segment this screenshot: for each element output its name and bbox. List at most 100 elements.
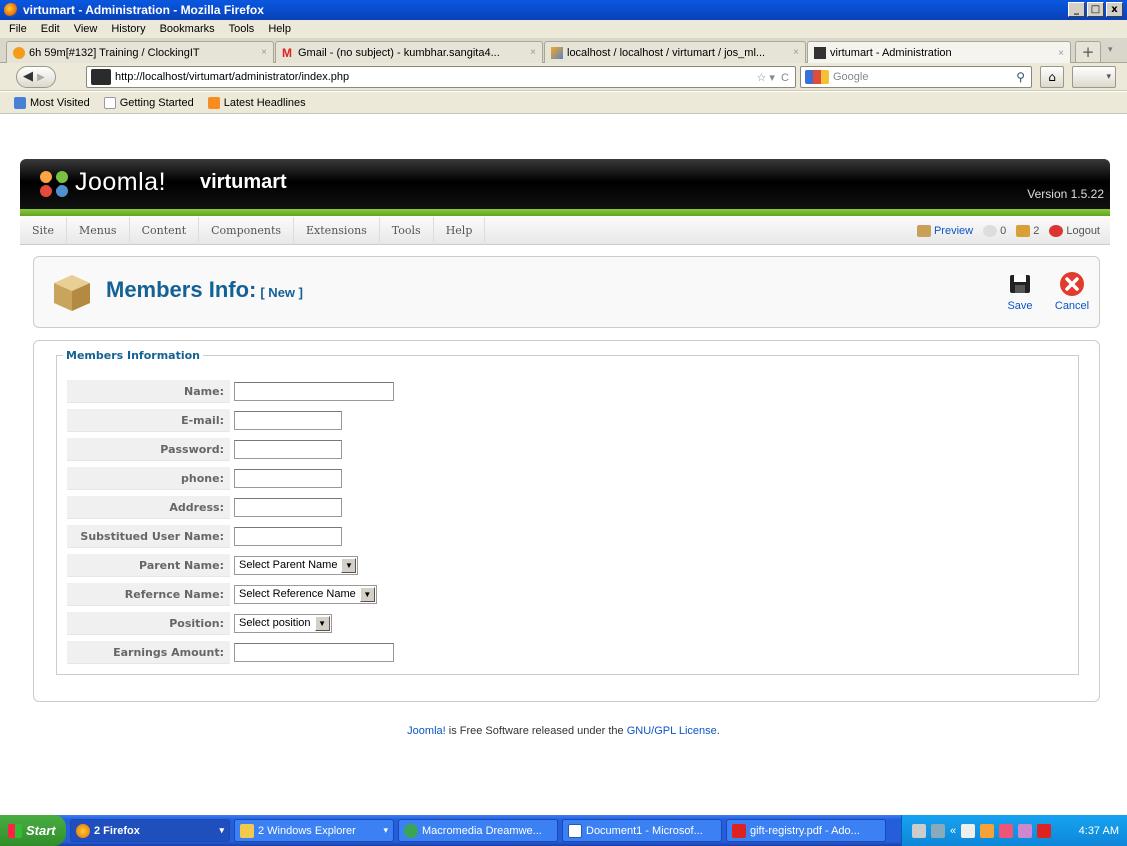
task-acrobat[interactable]: gift-registry.pdf - Ado... (726, 819, 886, 842)
bookmark-star-icon[interactable]: ☆ ▾ C (757, 71, 790, 84)
tab-phpmyadmin[interactable]: localhost / localhost / virtumart / jos_… (544, 41, 806, 63)
menu-site[interactable]: Site (20, 216, 67, 245)
menu-edit[interactable]: Edit (34, 23, 67, 35)
bookmark-getting-started[interactable]: Getting Started (103, 96, 194, 109)
tray-security-icon[interactable] (1037, 823, 1052, 838)
dropdown-arrow-icon[interactable]: ▼ (359, 587, 375, 602)
tab-close-icon[interactable]: × (1058, 48, 1064, 59)
tab-clockingit[interactable]: 6h 59m[#132] Training / ClockingIT × (6, 41, 274, 63)
name-input[interactable] (234, 382, 394, 401)
license-link[interactable]: GNU/GPL License (627, 725, 717, 737)
cancel-button[interactable]: Cancel (1048, 271, 1096, 312)
users-icon (1016, 225, 1031, 237)
windows-flag-icon (8, 823, 22, 838)
tray-mail-icon[interactable] (999, 823, 1014, 838)
close-button[interactable]: x (1106, 2, 1123, 17)
url-text: http://localhost/virtumart/administrator… (115, 71, 350, 83)
email-input[interactable] (234, 411, 342, 430)
dropdown-arrow-icon[interactable]: ▼ (341, 558, 357, 573)
parent-name-select[interactable]: Select Parent Name ▼ (234, 556, 359, 575)
form-row-phone: phone: (67, 467, 427, 490)
tab-close-icon[interactable]: × (793, 47, 799, 58)
group-dropdown-icon[interactable]: ▾ (377, 825, 388, 836)
menu-tools[interactable]: Tools (222, 23, 262, 35)
substitued-user-name-label: Substitued User Name: (67, 525, 230, 548)
search-placeholder: Google (833, 71, 869, 83)
forward-arrow-icon[interactable]: ▶ (37, 72, 45, 83)
start-button[interactable]: Start (0, 815, 66, 846)
menu-bookmarks[interactable]: Bookmarks (153, 23, 222, 35)
page-icon (103, 96, 116, 109)
minimize-button[interactable]: _ (1068, 2, 1085, 17)
menu-view[interactable]: View (67, 23, 105, 35)
tab-virtumart-admin[interactable]: virtumart - Administration × (807, 41, 1071, 64)
tray-network-icon[interactable] (961, 823, 976, 838)
page-subtitle: [ New ] (260, 285, 303, 300)
form-row-position: Position: Select position ▼ (67, 612, 427, 635)
task-firefox[interactable]: 2 Firefox ▾ (70, 819, 230, 842)
users-online[interactable]: 2 (1016, 225, 1039, 237)
page-viewport: Joomla! virtumart Version 1.5.22 Site Me… (0, 115, 1127, 805)
tab-close-icon[interactable]: × (261, 47, 267, 58)
task-word[interactable]: Document1 - Microsof... (562, 819, 722, 842)
preview-icon (916, 225, 931, 237)
menu-extensions[interactable]: Extensions (294, 216, 380, 245)
password-input[interactable] (234, 440, 342, 459)
site-identity-icon[interactable] (91, 69, 111, 85)
maximize-button[interactable]: □ (1087, 2, 1104, 17)
task-windows-explorer[interactable]: 2 Windows Explorer ▾ (234, 819, 394, 842)
earnings-amount-input[interactable] (234, 643, 394, 662)
messages-count[interactable]: 0 (983, 225, 1006, 237)
new-tab-button[interactable]: + (1075, 41, 1101, 63)
menu-file[interactable]: File (2, 23, 34, 35)
tray-edit-icon[interactable] (931, 823, 945, 838)
google-icon[interactable] (805, 70, 829, 84)
preview-link[interactable]: Preview (916, 225, 973, 237)
save-label: Save (1007, 300, 1033, 312)
back-button[interactable]: ◀ ▶ (16, 66, 56, 88)
footer-end: . (716, 725, 720, 737)
earnings-amount-label: Earnings Amount: (67, 641, 230, 664)
group-dropdown-icon[interactable]: ▾ (213, 825, 224, 836)
window-title: virtumart - Administration - Mozilla Fir… (23, 3, 264, 17)
tab-bar: 6h 59m[#132] Training / ClockingIT × M G… (0, 38, 1127, 64)
logout-link[interactable]: Logout (1049, 225, 1100, 237)
tray-app-icon[interactable] (980, 823, 995, 838)
search-bar[interactable]: Google ⚲ (800, 66, 1032, 88)
task-dreamweaver[interactable]: Macromedia Dreamwe... (398, 819, 558, 842)
joomla-logo-text: Joomla! (75, 168, 167, 196)
save-button[interactable]: Save (996, 271, 1044, 312)
menu-menus[interactable]: Menus (67, 216, 130, 245)
form-row-password: Password: (67, 438, 427, 461)
position-select[interactable]: Select position ▼ (234, 614, 332, 633)
phone-input[interactable] (234, 469, 342, 488)
dropdown-arrow-icon[interactable]: ▼ (314, 616, 330, 631)
address-bar[interactable]: http://localhost/virtumart/administrator… (86, 66, 796, 88)
menu-history[interactable]: History (104, 23, 152, 35)
bookmark-latest-headlines[interactable]: Latest Headlines (207, 96, 306, 109)
refernce-name-select[interactable]: Select Reference Name ▼ (234, 585, 377, 604)
tab-close-icon[interactable]: × (530, 47, 536, 58)
menu-help[interactable]: Help (261, 23, 298, 35)
tab-list-icon[interactable]: ▾ (1108, 45, 1113, 55)
tray-expand-icon[interactable]: « (950, 825, 956, 837)
address-input[interactable] (234, 498, 342, 517)
menu-content[interactable]: Content (130, 216, 200, 245)
home-button[interactable]: ⌂ (1040, 66, 1064, 88)
menu-help[interactable]: Help (434, 216, 486, 245)
tab-gmail[interactable]: M Gmail - (no subject) - kumbhar.sangita… (275, 41, 543, 63)
joomla-header: Joomla! virtumart Version 1.5.22 (20, 159, 1110, 209)
search-icon[interactable]: ⚲ (1016, 70, 1025, 84)
windows-taskbar: Start 2 Firefox ▾ 2 Windows Explorer ▾ M… (0, 815, 1127, 846)
joomla-link[interactable]: Joomla! (407, 725, 446, 737)
clock[interactable]: 4:37 AM (1079, 825, 1127, 837)
menu-components[interactable]: Components (199, 216, 295, 245)
tray-messenger-icon[interactable] (1018, 823, 1033, 838)
substitued-user-name-input[interactable] (234, 527, 342, 546)
tray-tool-icon[interactable] (912, 823, 926, 838)
page-footer: Joomla! is Free Software released under … (0, 725, 1127, 737)
addon-button[interactable]: ▾ (1072, 66, 1116, 88)
menu-tools[interactable]: Tools (380, 216, 434, 245)
gmail-icon: M (282, 45, 292, 60)
bookmark-most-visited[interactable]: Most Visited (14, 96, 90, 109)
